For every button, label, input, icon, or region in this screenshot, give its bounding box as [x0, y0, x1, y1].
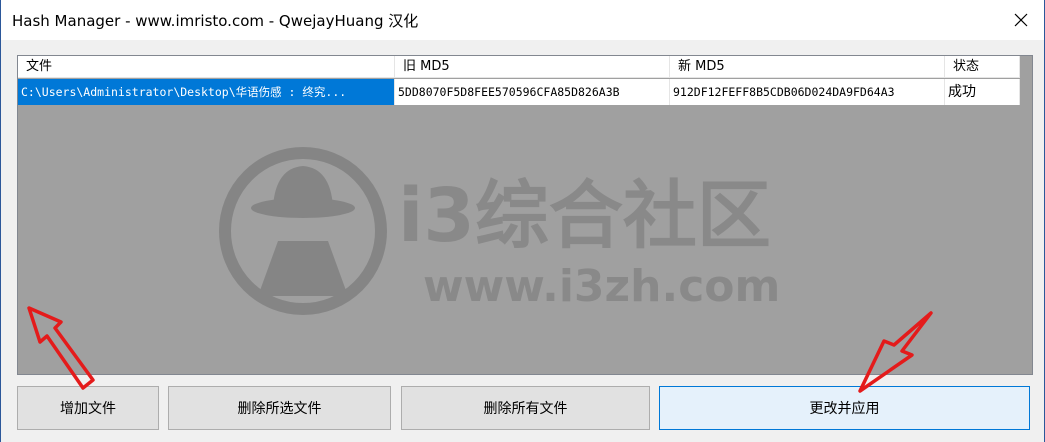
- app-window: Hash Manager - www.imristo.com - QwejayH…: [0, 0, 1045, 442]
- status-cell: 成功: [945, 79, 1020, 105]
- watermark-brand: i3综合社区: [398, 173, 771, 259]
- window-title: Hash Manager - www.imristo.com - QwejayH…: [12, 12, 419, 30]
- column-header-new-md5[interactable]: 新 MD5: [670, 56, 945, 78]
- column-header-status[interactable]: 状态: [945, 56, 1020, 78]
- table-row[interactable]: C:\Users\Administrator\Desktop\华语伤感 : 终究…: [18, 79, 1020, 105]
- watermark-url: www.i3zh.com: [423, 261, 781, 312]
- file-path-cell[interactable]: C:\Users\Administrator\Desktop\华语伤感 : 终究…: [18, 79, 395, 105]
- list-header: 文件 旧 MD5 新 MD5 状态: [18, 56, 1020, 78]
- delete-selected-button[interactable]: 删除所选文件: [168, 386, 391, 430]
- file-list-view[interactable]: 文件 旧 MD5 新 MD5 状态 C:\Users\Administrator…: [17, 55, 1033, 375]
- old-md5-cell: 5DD8070F5D8FEE570596CFA85D826A3B: [395, 79, 670, 105]
- add-files-button[interactable]: 增加文件: [17, 386, 159, 430]
- delete-all-button[interactable]: 删除所有文件: [401, 386, 650, 430]
- close-button[interactable]: [998, 0, 1044, 40]
- new-md5-cell: 912DF12FEFF8B5CDB06D024DA9FD64A3: [670, 79, 945, 105]
- modify-apply-button[interactable]: 更改并应用: [659, 386, 1030, 430]
- column-header-old-md5[interactable]: 旧 MD5: [395, 56, 670, 78]
- close-icon: [1014, 13, 1028, 27]
- title-bar[interactable]: Hash Manager - www.imristo.com - QwejayH…: [1, 0, 1044, 40]
- column-header-file[interactable]: 文件: [18, 56, 395, 78]
- watermark-logo-icon: [219, 147, 387, 315]
- watermark: i3综合社区 www.i3zh.com: [218, 136, 838, 336]
